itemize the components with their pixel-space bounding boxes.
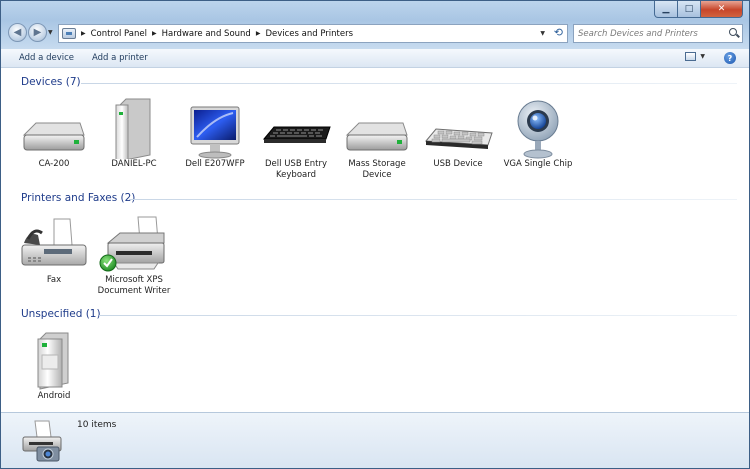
breadcrumb-separator-icon[interactable]: ▶ bbox=[152, 30, 157, 37]
device-label: Mass Storage Device bbox=[348, 159, 406, 180]
devices-and-printers-icon bbox=[17, 417, 67, 465]
printer-label: Microsoft XPS Document Writer bbox=[97, 275, 171, 296]
device-label: DANIEL-PC bbox=[111, 159, 157, 169]
group-header-printers-and-faxes[interactable]: Printers and Faxes (2) bbox=[21, 192, 135, 204]
maximize-button[interactable]: □ bbox=[678, 1, 701, 18]
device-item-mass-storage-device[interactable]: Mass Storage Device bbox=[337, 97, 417, 181]
back-button[interactable]: ◀ bbox=[8, 23, 27, 42]
control-panel-icon bbox=[62, 28, 76, 39]
minimize-button[interactable]: ▁ bbox=[654, 1, 678, 18]
device-item-ca-200[interactable]: CA-200 bbox=[14, 97, 94, 170]
search-input[interactable] bbox=[578, 28, 724, 39]
webcam-icon bbox=[498, 97, 578, 159]
breadcrumb-hardware-and-sound[interactable]: Hardware and Sound bbox=[162, 29, 251, 39]
device-label: Android bbox=[37, 391, 71, 401]
hard-drive-icon bbox=[337, 97, 417, 159]
monitor-icon bbox=[175, 97, 255, 159]
view-dropdown-icon[interactable]: ▼ bbox=[700, 53, 705, 60]
breadcrumb-separator-icon[interactable]: ▶ bbox=[81, 30, 86, 37]
search-box[interactable] bbox=[573, 24, 743, 43]
address-dropdown-icon[interactable]: ▼ bbox=[540, 30, 545, 37]
tower-pc-icon bbox=[94, 97, 174, 162]
printer-icon bbox=[94, 213, 174, 275]
details-pane: 10 items bbox=[1, 412, 749, 468]
device-item-android[interactable]: Android bbox=[14, 329, 94, 402]
device-label: USB Device bbox=[433, 159, 483, 169]
group-divider bbox=[81, 83, 737, 84]
printer-item-microsoft-xps-document-writer[interactable]: Microsoft XPS Document Writer bbox=[94, 213, 174, 297]
fax-icon bbox=[14, 213, 94, 275]
refresh-icon[interactable]: ⟲ bbox=[554, 26, 563, 39]
item-count: 10 items bbox=[77, 420, 117, 430]
breadcrumb-separator-icon[interactable]: ▶ bbox=[256, 30, 261, 37]
search-icon[interactable] bbox=[729, 28, 737, 36]
hard-drive-icon bbox=[14, 97, 94, 159]
view-icon[interactable] bbox=[685, 52, 697, 61]
breadcrumb-control-panel[interactable]: Control Panel bbox=[91, 29, 147, 39]
device-label: VGA Single Chip bbox=[503, 159, 573, 169]
printer-item-fax[interactable]: Fax bbox=[14, 213, 94, 286]
device-label: Dell E207WFP bbox=[185, 159, 245, 169]
group-divider bbox=[99, 315, 737, 316]
forward-button[interactable]: ▶ bbox=[28, 23, 47, 42]
recent-pages-dropdown[interactable]: ▼ bbox=[48, 29, 53, 36]
window-frame: ▁ □ ✕ ◀ ▶ ▼ ▶ Control Panel ▶ Hardware a… bbox=[1, 1, 749, 49]
keyboard-icon bbox=[418, 97, 498, 159]
device-label: Dell USB Entry Keyboard bbox=[265, 159, 327, 180]
generic-device-icon bbox=[14, 329, 94, 391]
change-view-button[interactable]: ▼ bbox=[685, 52, 705, 61]
caption-buttons: ▁ □ ✕ bbox=[654, 1, 743, 18]
add-printer-button[interactable]: Add a printer bbox=[92, 53, 148, 63]
devices-and-printers-window: ▁ □ ✕ ◀ ▶ ▼ ▶ Control Panel ▶ Hardware a… bbox=[0, 0, 750, 469]
group-header-unspecified[interactable]: Unspecified (1) bbox=[21, 308, 101, 320]
group-divider bbox=[129, 199, 737, 200]
add-device-button[interactable]: Add a device bbox=[19, 53, 74, 63]
device-item-usb-device[interactable]: USB Device bbox=[418, 97, 498, 170]
help-icon[interactable]: ? bbox=[724, 52, 736, 64]
device-item-vga-single-chip[interactable]: VGA Single Chip bbox=[498, 97, 578, 170]
address-bar[interactable]: ▶ Control Panel ▶ Hardware and Sound ▶ D… bbox=[58, 24, 568, 43]
breadcrumb-devices-and-printers[interactable]: Devices and Printers bbox=[265, 29, 353, 39]
group-header-devices[interactable]: Devices (7) bbox=[21, 76, 81, 88]
device-item-dell-usb-entry-keyboard[interactable]: Dell USB Entry Keyboard bbox=[256, 97, 336, 181]
device-item-dell-e207wfp[interactable]: Dell E207WFP bbox=[175, 97, 255, 170]
device-label: CA-200 bbox=[38, 159, 70, 169]
printer-label: Fax bbox=[46, 275, 62, 285]
device-item-daniel-pc[interactable]: DANIEL-PC bbox=[94, 97, 174, 170]
close-button[interactable]: ✕ bbox=[701, 1, 743, 18]
command-bar: Add a device Add a printer ▼ ? bbox=[1, 49, 749, 68]
keyboard-icon bbox=[256, 97, 336, 159]
